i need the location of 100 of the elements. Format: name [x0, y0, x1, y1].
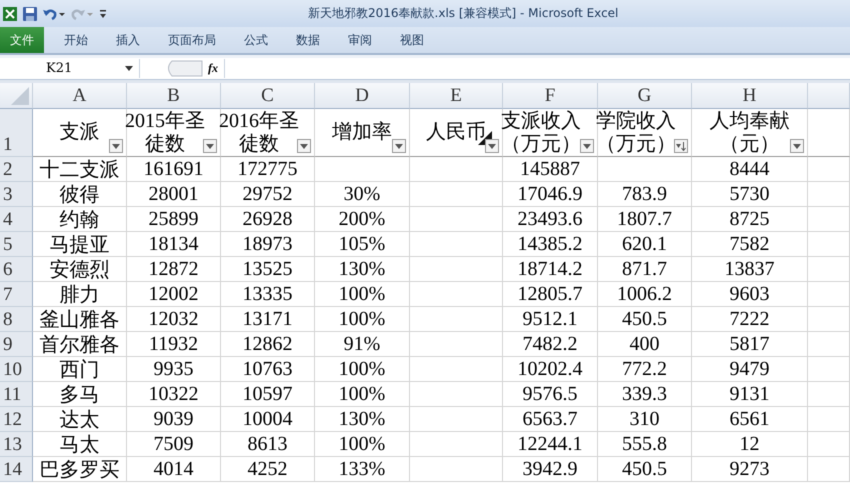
filter-button[interactable] [790, 139, 804, 153]
filter-button[interactable] [109, 139, 123, 153]
file-tab[interactable]: 文件 [0, 27, 44, 53]
header-cell: 人均奉献 （元） [710, 110, 790, 156]
row-header[interactable]: 1 [0, 109, 33, 157]
ribbon-tab[interactable]: 开始 [50, 27, 102, 53]
empty-cell [808, 307, 850, 332]
ribbon-tab[interactable]: 视图 [386, 27, 438, 53]
table-cell: 3942.9 [503, 457, 598, 482]
row-header[interactable]: 12 [0, 407, 33, 432]
table-cell: 9512.1 [503, 307, 598, 332]
table-cell: 12862 [221, 332, 315, 357]
row-header[interactable]: 11 [0, 382, 33, 407]
empty-cell [808, 357, 850, 382]
table-cell: 10322 [127, 382, 221, 407]
filter-button[interactable] [580, 139, 594, 153]
empty-cell [808, 182, 850, 207]
table-cell: 釜山雅各 [33, 307, 127, 332]
row-header[interactable]: 7 [0, 282, 33, 307]
table-cell: 13525 [221, 257, 315, 282]
table-cell: 145887 [503, 157, 598, 182]
filter-button[interactable] [297, 139, 311, 153]
sort-filter-button[interactable] [674, 139, 688, 153]
table-cell: 871.7 [598, 257, 692, 282]
column-header[interactable]: G [598, 83, 692, 109]
sort-arrow-icon [676, 142, 686, 150]
column-header[interactable]: E [410, 83, 503, 109]
table-cell: 多马 [33, 382, 127, 407]
empty-cell [808, 282, 850, 307]
table-cell: 26928 [221, 207, 315, 232]
filter-button[interactable] [392, 139, 406, 153]
table-cell: 620.1 [598, 232, 692, 257]
row-header[interactable]: 2 [0, 157, 33, 182]
table-cell: 130% [315, 257, 410, 282]
row-header[interactable]: 14 [0, 457, 33, 482]
caret-icon [793, 144, 801, 148]
table-cell: 6561 [692, 407, 808, 432]
table-cell: 9131 [692, 382, 808, 407]
table-cell: 马太 [33, 432, 127, 457]
table-cell: 5817 [692, 332, 808, 357]
empty-cell [808, 457, 850, 482]
table-cell: 339.3 [598, 382, 692, 407]
table-cell: 12032 [127, 307, 221, 332]
row-header[interactable]: 10 [0, 357, 33, 382]
table-cell: 5730 [692, 182, 808, 207]
ribbon-tab[interactable]: 插入 [102, 27, 154, 53]
row-header[interactable]: 6 [0, 257, 33, 282]
row-header[interactable]: 8 [0, 307, 33, 332]
ribbon-tab[interactable]: 公式 [230, 27, 282, 53]
empty-cell [808, 432, 850, 457]
row-header[interactable]: 13 [0, 432, 33, 457]
table-cell: 8444 [692, 157, 808, 182]
column-header[interactable]: D [315, 83, 410, 109]
caret-icon [112, 144, 120, 148]
caret-icon [206, 144, 214, 148]
table-cell: 10597 [221, 382, 315, 407]
row-header[interactable]: 4 [0, 207, 33, 232]
column-header[interactable]: A [33, 83, 127, 109]
column-header[interactable]: B [127, 83, 221, 109]
table-cell: 6563.7 [503, 407, 598, 432]
filter-button[interactable] [485, 139, 499, 153]
table-cell: 13837 [692, 257, 808, 282]
table-cell: 30% [315, 182, 410, 207]
table-cell: 18134 [127, 232, 221, 257]
ribbon-tab[interactable]: 页面布局 [154, 27, 230, 53]
table-cell: 100% [315, 357, 410, 382]
table-cell: 4252 [221, 457, 315, 482]
save-icon[interactable] [22, 6, 38, 22]
table-cell: 17046.9 [503, 182, 598, 207]
table-cell: 1807.7 [598, 207, 692, 232]
table-cell: 7509 [127, 432, 221, 457]
empty-cell [808, 382, 850, 407]
column-header[interactable]: H [692, 83, 808, 109]
row-header[interactable]: 5 [0, 232, 33, 257]
ribbon-tab[interactable]: 数据 [282, 27, 334, 53]
table-cell: 450.5 [598, 457, 692, 482]
ribbon-tab[interactable]: 审阅 [334, 27, 386, 53]
column-header[interactable]: F [503, 83, 598, 109]
insert-function-button[interactable]: fx [208, 61, 218, 76]
row-header[interactable]: 9 [0, 332, 33, 357]
table-cell: 25899 [127, 207, 221, 232]
table-cell: 达太 [33, 407, 127, 432]
table-cell: 10004 [221, 407, 315, 432]
table-cell: 100% [315, 432, 410, 457]
row-header[interactable]: 3 [0, 182, 33, 207]
table-cell: 7222 [692, 307, 808, 332]
column-header[interactable]: C [221, 83, 315, 109]
table-cell: 310 [598, 407, 692, 432]
table-cell: 161691 [127, 157, 221, 182]
filter-button[interactable] [203, 139, 217, 153]
excel-icon[interactable] [2, 6, 18, 22]
table-cell: 1006.2 [598, 282, 692, 307]
window-title: 新天地邪教2016奉献款.xls [兼容模式] - Microsoft Excel [308, 5, 618, 22]
table-cell: 100% [315, 382, 410, 407]
table-cell: 西门 [33, 357, 127, 382]
table-cell: 450.5 [598, 307, 692, 332]
table-cell: 12244.1 [503, 432, 598, 457]
name-box[interactable]: K21 [0, 59, 140, 78]
table-cell: 巴多罗买 [33, 457, 127, 482]
table-cell: 400 [598, 332, 692, 357]
